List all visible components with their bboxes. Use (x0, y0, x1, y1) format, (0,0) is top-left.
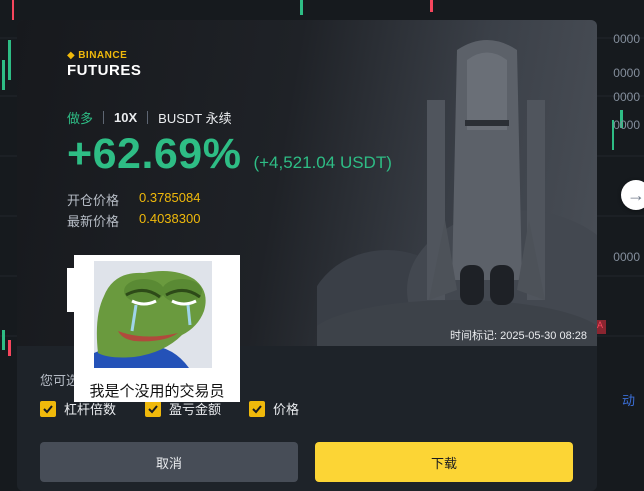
background-axis-price: 0000 (613, 66, 640, 80)
leverage-value: 10X (114, 110, 138, 125)
pnl-amount: (+4,521.04 USDT) (253, 153, 392, 172)
entry-price-value: 0.3785084 (139, 190, 201, 205)
contract-symbol: BUSDT 永续 (158, 111, 232, 126)
divider (103, 111, 105, 124)
binance-futures-logo: ◆ BINANCE FUTURES (67, 50, 141, 79)
pnl-percent: +62.69% (67, 130, 242, 178)
divider (147, 111, 149, 124)
entry-price-row: 开仓价格 0.3785084 (67, 190, 200, 209)
position-info-row: 做多 10X BUSDT 永续 (67, 108, 232, 127)
meme-caption: 我是个没用的交易员 (89, 383, 225, 400)
position-direction: 做多 (67, 111, 94, 126)
option-price[interactable]: 价格 (249, 399, 299, 418)
next-arrow-button[interactable]: → (621, 180, 644, 210)
background-axis-price: 0000 (613, 90, 640, 104)
logo-product-text: FUTURES (67, 62, 142, 79)
meme-sticker: 我是个没用的交易员 (74, 255, 240, 402)
last-price-value: 0.4038300 (139, 211, 201, 226)
background-axis-price: 0000 (613, 118, 640, 132)
background-link[interactable]: 动 (622, 390, 644, 409)
cancel-button[interactable]: 取消 (40, 442, 298, 482)
binance-diamond-icon: ◆ (67, 50, 76, 61)
checkbox-checked-icon[interactable] (249, 400, 265, 417)
logo-brand-text: BINANCE (78, 50, 128, 61)
entry-price-label: 开仓价格 (67, 193, 120, 208)
arrow-right-icon: → (627, 185, 644, 205)
timestamp: 时间标记: 2025-05-30 08:28 (450, 330, 587, 342)
crying-frog-image (94, 261, 212, 368)
background-axis-price: 0000 (613, 250, 640, 264)
last-price-label: 最新价格 (67, 214, 120, 229)
rocket-illustration (317, 40, 597, 346)
background-axis-price: 0000 (613, 32, 640, 46)
option-price-label: 价格 (273, 402, 300, 417)
checkbox-checked-icon[interactable] (40, 400, 56, 417)
pnl-row: +62.69% (+4,521.04 USDT) (67, 130, 392, 179)
last-price-row: 最新价格 0.4038300 (67, 211, 200, 230)
checkbox-checked-icon[interactable] (145, 400, 161, 417)
background-price-axis: 0000 0000 0000 0000 0000 (594, 0, 644, 491)
download-button[interactable]: 下载 (315, 442, 573, 482)
